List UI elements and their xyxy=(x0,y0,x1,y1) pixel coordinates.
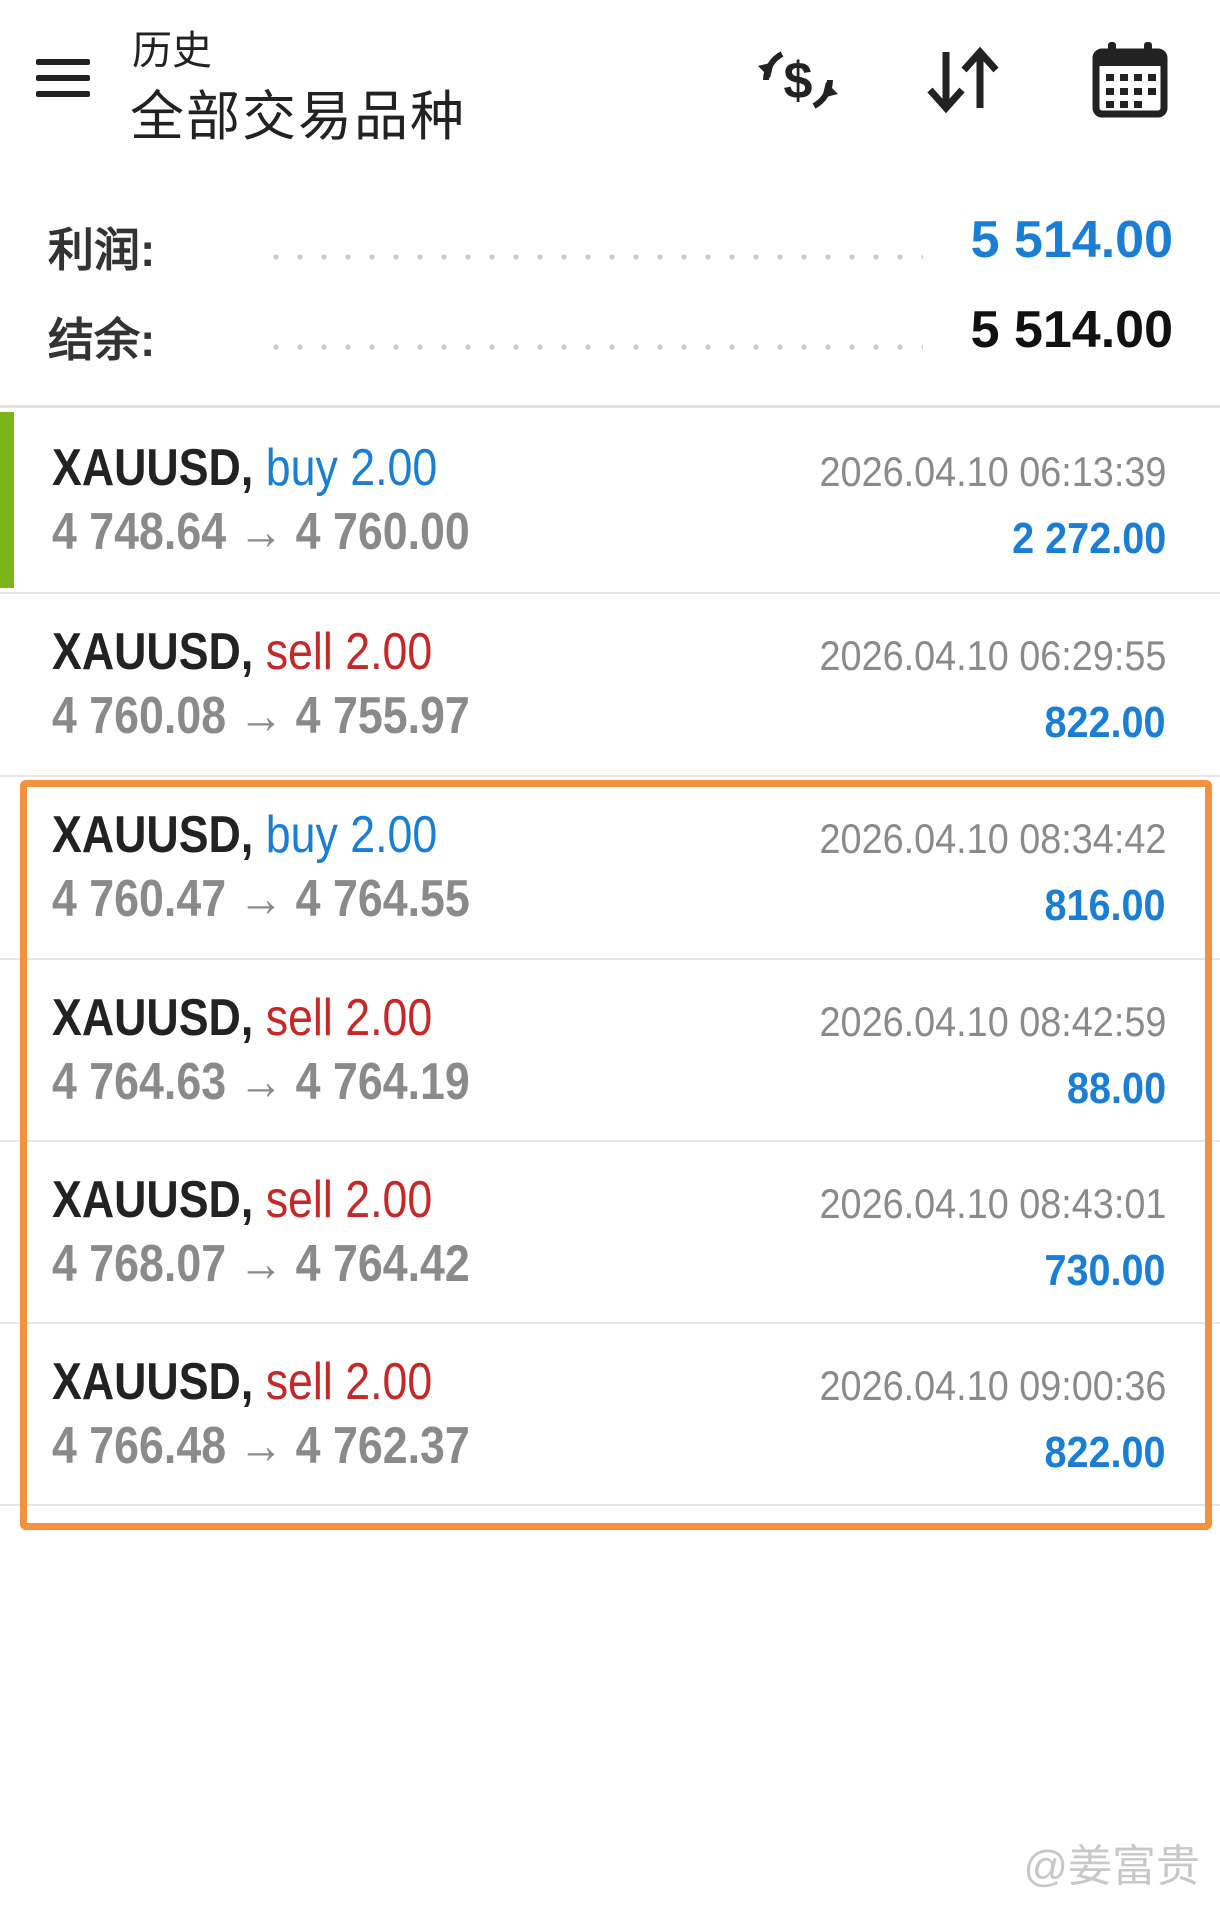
profit-value: 5 514.00 xyxy=(970,211,1173,269)
selected-indicator xyxy=(0,412,14,588)
deal-volume: 2.00 xyxy=(345,623,433,681)
close-price: 4 755.97 xyxy=(295,687,470,745)
dotted-leader xyxy=(264,344,923,350)
arrow-icon: → xyxy=(238,503,284,561)
deal-type: buy xyxy=(265,439,338,497)
deal-profit: 822.00 xyxy=(1044,698,1166,747)
deal-symbol: XAUUSD, xyxy=(52,623,254,681)
divider xyxy=(0,405,1220,408)
balance-summary: 结余: 5 514.00 xyxy=(48,301,1173,374)
deal-type: sell xyxy=(265,623,333,681)
deal-time: 2026.04.10 06:13:39 xyxy=(819,448,1166,495)
balance-label: 结余: xyxy=(48,314,156,366)
deal-profit: 2 272.00 xyxy=(1011,514,1166,563)
watermark: @姜富贵 xyxy=(1023,1842,1200,1891)
dotted-leader xyxy=(264,254,923,260)
deal-row[interactable]: XAUUSD, sell 2.00 4 760.08 → 4 755.97 20… xyxy=(0,594,1220,774)
deal-volume: 2.00 xyxy=(350,439,438,497)
profit-label: 利润: xyxy=(48,224,156,276)
calendar-icon[interactable] xyxy=(1084,40,1176,120)
close-price: 4 760.00 xyxy=(295,503,470,561)
arrow-icon: → xyxy=(238,687,284,745)
top-bar: 历史 全部交易品种 $ xyxy=(0,0,1220,150)
svg-text:$: $ xyxy=(784,52,813,110)
open-price: 4 760.08 xyxy=(52,687,227,745)
menu-icon[interactable] xyxy=(30,55,94,103)
highlight-box xyxy=(20,780,1212,1530)
deal-time: 2026.04.10 06:29:55 xyxy=(819,632,1166,679)
open-price: 4 748.64 xyxy=(52,503,227,561)
balance-value: 5 514.00 xyxy=(970,301,1173,359)
currency-swap-icon[interactable]: $ xyxy=(752,40,844,120)
profit-summary: 利润: 5 514.00 xyxy=(48,211,1173,284)
page-subtitle: 历史 xyxy=(132,29,212,73)
deal-symbol: XAUUSD, xyxy=(52,439,254,497)
sort-icon[interactable] xyxy=(918,40,1010,120)
deal-row[interactable]: XAUUSD, buy 2.00 4 748.64 → 4 760.00 202… xyxy=(0,410,1220,590)
page-title[interactable]: 全部交易品种 xyxy=(130,72,466,151)
